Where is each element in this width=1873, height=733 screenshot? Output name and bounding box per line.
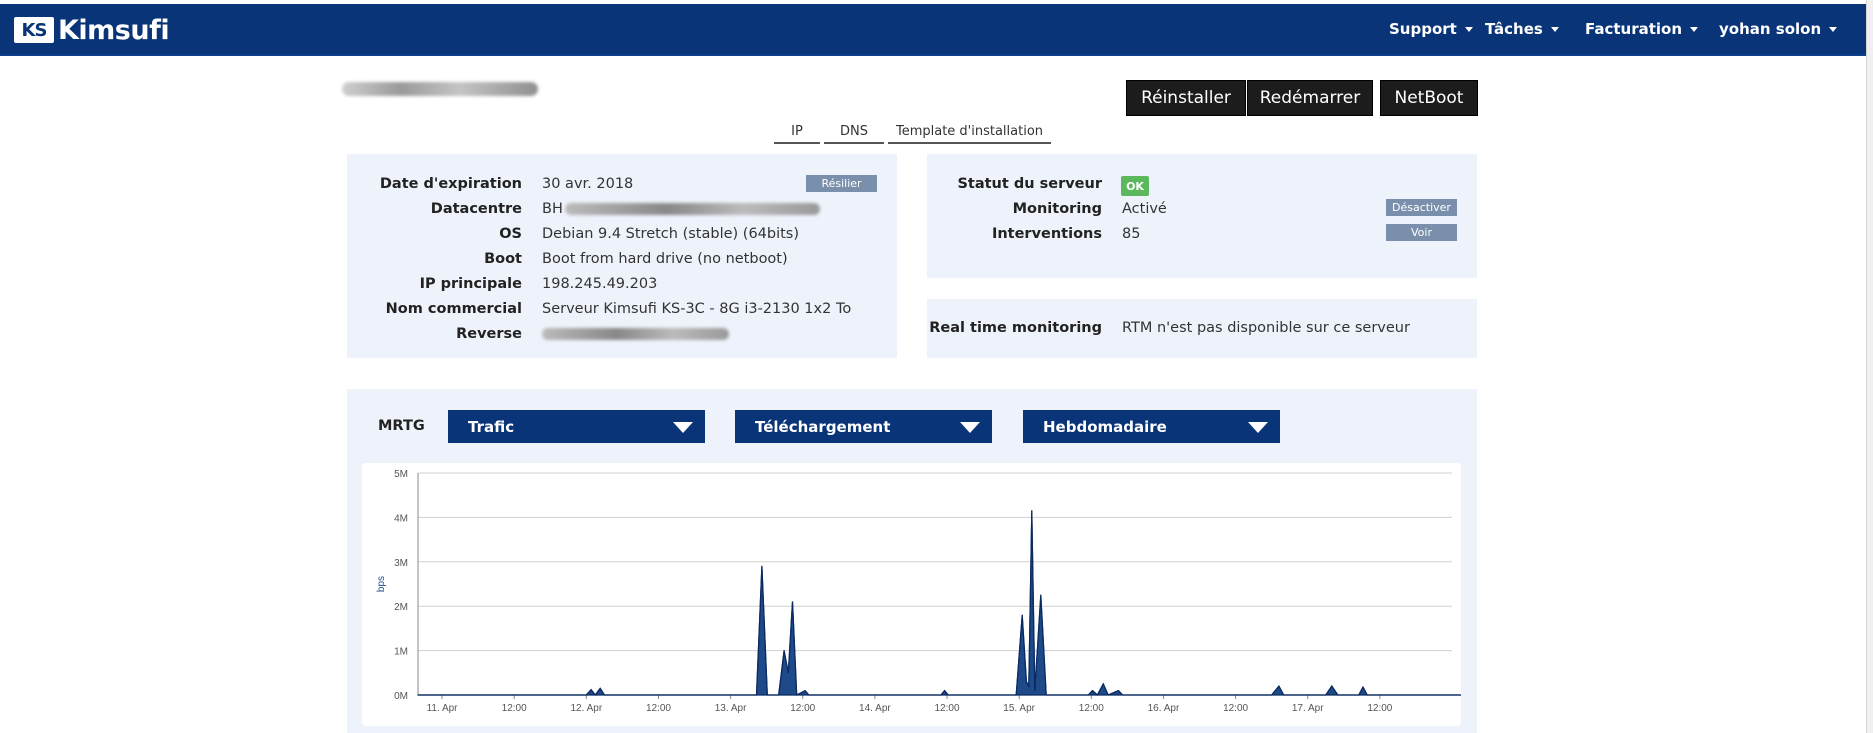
nav-taches-label: Tâches <box>1485 20 1543 38</box>
y-tick-label: 3M <box>394 558 408 569</box>
x-tick-label: 12:00 <box>935 703 960 714</box>
interventions-label: Interventions <box>991 226 1102 242</box>
x-tick-label: 12:00 <box>646 703 671 714</box>
x-tick-label: 12. Apr <box>570 703 602 714</box>
nav-support-label: Support <box>1389 20 1457 38</box>
status-label: Statut du serveur <box>957 176 1102 192</box>
datacenter-value: BH <box>542 199 832 219</box>
traffic-chart-container: 0M 1M 2M 3M 4M 5M bps 11. Apr 12:00 12. Apr 12:00 1… <box>362 463 1664 726</box>
monitoring-label: Monitoring <box>1012 201 1102 217</box>
rtm-label: Real time monitoring <box>929 320 1102 336</box>
x-tick-label: 12:00 <box>502 703 527 714</box>
tab-template[interactable]: Template d'installation <box>888 122 1051 144</box>
y-tick-label: 0M <box>394 691 408 702</box>
monitoring-value: Activé <box>1122 201 1167 217</box>
logo-mark: KS <box>14 17 54 43</box>
direction-select[interactable]: Téléchargement <box>735 410 992 443</box>
tab-dns[interactable]: DNS <box>824 122 884 144</box>
reboot-button[interactable]: Redémarrer <box>1247 80 1373 116</box>
nav-user[interactable]: yohan solon <box>1719 4 1838 54</box>
nav-taches[interactable]: Tâches <box>1485 4 1559 54</box>
boot-label: Boot <box>484 251 522 267</box>
deactivate-button[interactable]: Désactiver <box>1386 199 1457 216</box>
kimsufi-logo[interactable]: KS Kimsufi <box>14 14 170 46</box>
traffic-series-line <box>418 510 1663 697</box>
dropdown-arrow-icon <box>960 422 980 433</box>
datacenter-code: BH <box>542 201 563 217</box>
ip-value: 198.245.49.203 <box>542 276 658 292</box>
commercial-label: Nom commercial <box>385 301 522 317</box>
traffic-series-area <box>417 510 1664 696</box>
x-tick-label: 13. Apr <box>715 703 747 714</box>
x-tick-label: 16. Apr <box>1148 703 1180 714</box>
scrollbar[interactable] <box>1866 0 1873 733</box>
y-axis-title: bps <box>376 576 387 592</box>
logo-text: Kimsufi <box>58 14 170 46</box>
status-ok-badge: OK <box>1121 176 1149 196</box>
dropdown-arrow-icon <box>1248 422 1268 433</box>
expiration-label: Date d'expiration <box>379 176 522 192</box>
x-tick-label: 15. Apr <box>1003 703 1035 714</box>
reverse-label: Reverse <box>456 326 522 342</box>
y-tick-label: 5M <box>394 469 408 480</box>
datacenter-redacted <box>564 203 820 215</box>
mrtg-label: MRTG <box>378 418 425 434</box>
reinstall-button[interactable]: Réinstaller <box>1126 80 1246 116</box>
traffic-type-select[interactable]: Trafic <box>448 410 705 443</box>
view-interventions-button[interactable]: Voir <box>1386 224 1457 241</box>
dropdown-arrow-icon <box>673 422 693 433</box>
direction-value: Téléchargement <box>755 417 891 436</box>
datacenter-label: Datacentre <box>430 201 522 217</box>
tab-ip[interactable]: IP <box>774 122 820 144</box>
nav-facturation[interactable]: Facturation <box>1585 4 1699 54</box>
caret-down-icon <box>1690 26 1699 32</box>
boot-value: Boot from hard drive (no netboot) <box>542 251 788 267</box>
reverse-redacted <box>542 328 729 340</box>
server-name-redacted <box>342 82 538 96</box>
traffic-type-value: Trafic <box>468 417 515 436</box>
y-tick-label: 4M <box>394 513 408 524</box>
period-value: Hebdomadaire <box>1043 417 1167 436</box>
period-select[interactable]: Hebdomadaire <box>1023 410 1280 443</box>
traffic-chart: 0M 1M 2M 3M 4M 5M bps 11. Apr 12:00 12. Apr 12:00 1… <box>376 469 1664 714</box>
commercial-value: Serveur Kimsufi KS-3C - 8G i3-2130 1x2 T… <box>542 301 852 317</box>
nav-user-label: yohan solon <box>1719 20 1822 38</box>
navbar: KS Kimsufi Support Tâches Facturation yo… <box>0 4 1866 56</box>
nav-support[interactable]: Support <box>1389 4 1473 54</box>
netboot-button[interactable]: NetBoot <box>1380 80 1478 116</box>
os-value: Debian 9.4 Stretch (stable) (64bits) <box>542 226 800 242</box>
terminate-button[interactable]: Résilier <box>806 175 877 192</box>
x-tick-label: 12:00 <box>1367 703 1392 714</box>
caret-down-icon <box>1464 26 1473 32</box>
x-tick-label: 17. Apr <box>1292 703 1324 714</box>
caret-down-icon <box>1829 26 1838 32</box>
x-tick-label: 11. Apr <box>427 703 459 714</box>
interventions-value: 85 <box>1122 226 1141 242</box>
expiration-value: 30 avr. 2018 <box>542 176 634 192</box>
os-label: OS <box>499 226 522 242</box>
caret-down-icon <box>1550 26 1559 32</box>
x-tick-label: 12:00 <box>790 703 815 714</box>
ip-label: IP principale <box>419 276 522 292</box>
reverse-value <box>542 324 742 344</box>
x-tick-label: 12:00 <box>1079 703 1104 714</box>
y-tick-label: 2M <box>394 602 408 613</box>
x-tick-label: 12:00 <box>1223 703 1248 714</box>
rtm-value: RTM n'est pas disponible sur ce serveur <box>1122 320 1410 336</box>
nav-facturation-label: Facturation <box>1585 20 1683 38</box>
x-tick-label: 14. Apr <box>859 703 891 714</box>
y-tick-label: 1M <box>394 647 408 658</box>
